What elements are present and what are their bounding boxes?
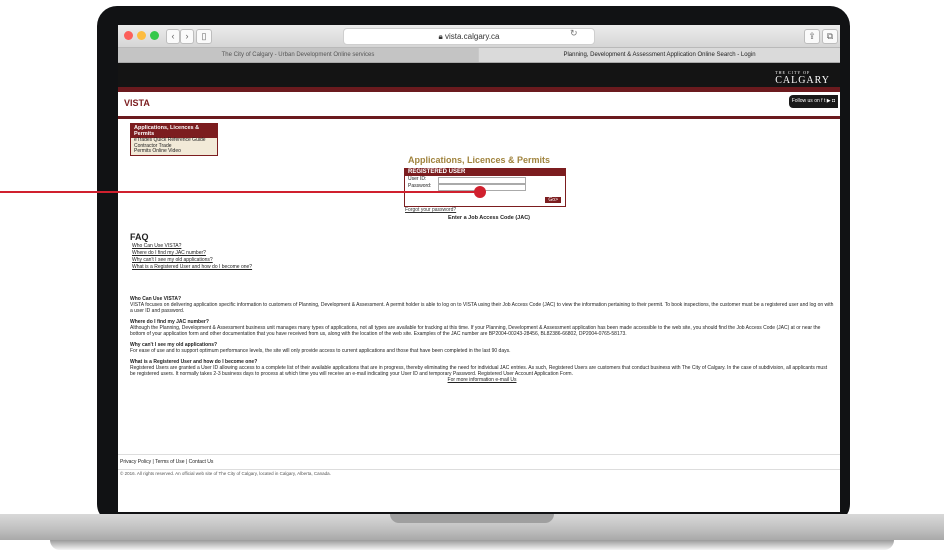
faq-title: FAQ: [130, 232, 149, 242]
rss-icon[interactable]: ◘: [832, 98, 835, 104]
pointer-line: [0, 191, 480, 193]
tab-bar: The City of Calgary - Urban Development …: [118, 48, 840, 63]
sidebar-toggle-icon[interactable]: ▯: [196, 29, 212, 44]
share-icon[interactable]: ⇪: [804, 29, 820, 44]
follow-us-label: Follow us on: [791, 98, 820, 104]
terms-of-use-link[interactable]: Terms of Use: [155, 459, 184, 465]
address-bar[interactable]: 🔒︎ vista.calgary.ca: [343, 28, 595, 45]
side-menu: Applications, Licences & Permits eTrades…: [130, 123, 218, 156]
more-info-link[interactable]: For more information e-mail Us: [130, 377, 834, 383]
forward-button[interactable]: ›: [180, 29, 194, 44]
lock-icon: 🔒︎: [438, 32, 443, 41]
password-label: Password:: [408, 183, 432, 189]
url-text: vista.calgary.ca: [444, 32, 500, 41]
maximize-window-icon[interactable]: [150, 31, 159, 40]
faq-links: Who Can Use VISTA? Where do I find my JA…: [132, 243, 252, 271]
browser-window: ‹ › ▯ 🔒︎ vista.calgary.ca ↻ ⇪ ⧉ The City…: [118, 25, 840, 512]
faq-link-old[interactable]: Why can't I see my old applications?: [132, 257, 252, 264]
laptop-shadow: [50, 540, 894, 550]
login-box: REGISTERED USER User ID: Password: Go>: [404, 168, 566, 207]
answer-text: VISTA focuses on delivering application …: [130, 302, 834, 314]
jac-link[interactable]: Enter a Job Access Code (JAC): [448, 215, 530, 221]
site-header: [118, 63, 840, 87]
vista-title: VISTA: [124, 98, 150, 108]
faq-link-who[interactable]: Who Can Use VISTA?: [132, 243, 252, 250]
answer-text: Registered Users are granted a User ID a…: [130, 365, 828, 377]
tab-vista-login[interactable]: Planning, Development & Assessment Appli…: [479, 48, 840, 62]
answer-text: Although the Planning, Development & Ass…: [130, 325, 821, 337]
answer-text: For ease of use and to support optimum p…: [130, 348, 511, 354]
tabs-overview-icon[interactable]: ⧉: [822, 29, 838, 44]
browser-titlebar: ‹ › ▯ 🔒︎ vista.calgary.ca ↻ ⇪ ⧉: [118, 25, 840, 48]
contact-us-link[interactable]: Contact Us: [189, 459, 214, 465]
login-heading: Applications, Licences & Permits: [408, 155, 551, 165]
social-links: Follow us on f t ▶ ◘: [788, 95, 838, 108]
calgary-logo[interactable]: THE CITY OF CALGARY: [775, 70, 830, 86]
youtube-icon[interactable]: ▶: [827, 98, 831, 104]
back-button[interactable]: ‹: [166, 29, 180, 44]
vista-bar: THE CITY OF CALGARY VISTA Follow us on f …: [118, 70, 840, 119]
privacy-policy-link[interactable]: Privacy Policy: [120, 459, 151, 465]
side-menu-item-video[interactable]: Permits Online Video: [131, 148, 217, 155]
go-button[interactable]: Go>: [545, 197, 561, 203]
facebook-icon[interactable]: f: [821, 98, 822, 104]
close-window-icon[interactable]: [124, 31, 133, 40]
pointer-dot: [474, 186, 486, 198]
faq-link-registered[interactable]: What is a Registered User and how do I b…: [132, 264, 252, 271]
laptop-notch: [390, 514, 554, 523]
user-id-label: User ID:: [408, 176, 427, 182]
forgot-password-link[interactable]: Forgot your password?: [405, 207, 456, 213]
tab-urban-development[interactable]: The City of Calgary - Urban Development …: [118, 48, 478, 62]
faq-link-jac[interactable]: Where do I find my JAC number?: [132, 250, 252, 257]
faq-answers: Who Can Use VISTA? VISTA focuses on deli…: [130, 291, 834, 383]
login-box-title: REGISTERED USER: [405, 169, 565, 176]
footer-links: Privacy Policy | Terms of Use | Contact …: [118, 454, 840, 470]
minimize-window-icon[interactable]: [137, 31, 146, 40]
logo-text: CALGARY: [775, 75, 830, 86]
copyright: © 2016. All rights reserved. An official…: [120, 471, 331, 476]
side-menu-header[interactable]: Applications, Licences & Permits: [131, 124, 217, 138]
twitter-icon[interactable]: t: [824, 98, 825, 104]
reload-icon[interactable]: ↻: [570, 28, 578, 39]
